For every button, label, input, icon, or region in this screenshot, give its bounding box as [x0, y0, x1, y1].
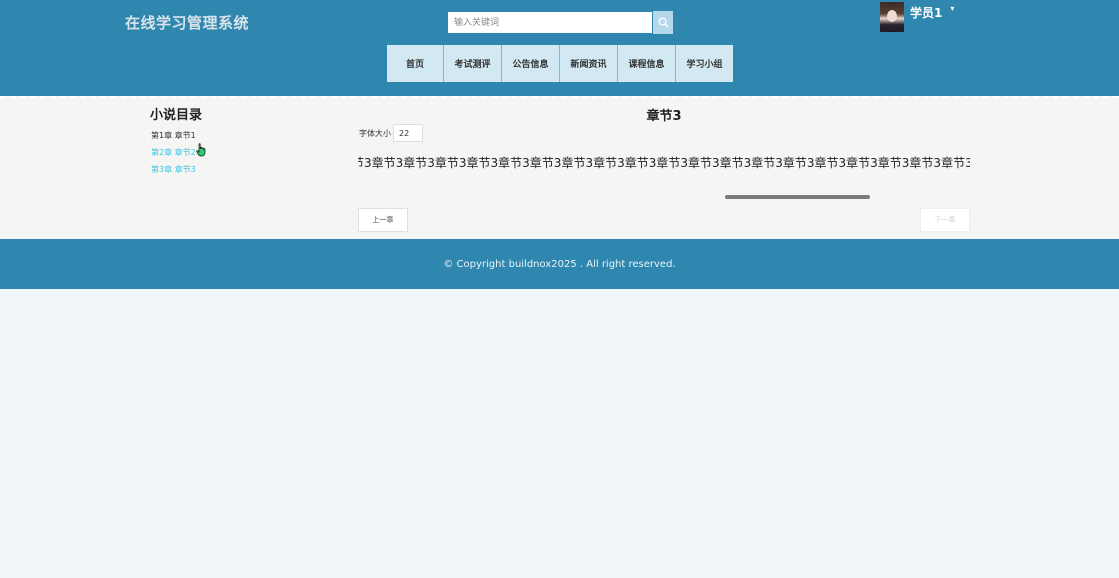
toc-item-chapter-1[interactable]: 第1章 章节1: [151, 127, 196, 144]
nav-item-news[interactable]: 新闻资讯: [560, 45, 618, 82]
next-chapter-button[interactable]: 下一章: [920, 208, 970, 232]
nav-item-study-group[interactable]: 学习小组: [676, 45, 733, 82]
footer: © Copyright buildnox2025 . All right res…: [0, 239, 1119, 289]
copyright-text: © Copyright buildnox2025 . All right res…: [443, 258, 676, 270]
font-size-input[interactable]: [393, 124, 423, 142]
font-size-label: 字体大小: [359, 128, 391, 138]
horizontal-scrollbar[interactable]: [725, 195, 870, 199]
user-name[interactable]: 学员1: [910, 4, 942, 21]
search-button[interactable]: [653, 11, 673, 34]
prev-chapter-button[interactable]: 上一章: [358, 208, 408, 232]
reader-section: 小说目录 第1章 章节1 第2章 章节2 第3章 章节3 章节3 字体大小 节3…: [0, 98, 1119, 239]
nav-item-exam[interactable]: 考试测评: [444, 45, 502, 82]
chapter-content-text: 节3章节3章节3章节3章节3章节3章节3章节3章节3章节3章节3章节3章节3章节…: [358, 156, 970, 170]
toc-item-chapter-3[interactable]: 第3章 章节3: [151, 161, 196, 178]
chapter-title: 章节3: [646, 109, 682, 124]
toc-list: 第1章 章节1 第2章 章节2 第3章 章节3: [151, 127, 196, 178]
chapter-content-viewport: 节3章节3章节3章节3章节3章节3章节3章节3章节3章节3章节3章节3章节3章节…: [358, 153, 970, 177]
nav-item-course[interactable]: 课程信息: [618, 45, 676, 82]
search-input[interactable]: [447, 11, 653, 34]
toc-item-chapter-2[interactable]: 第2章 章节2: [151, 144, 196, 161]
user-menu[interactable]: 学员1 ▾: [880, 2, 954, 32]
search-icon: [658, 17, 669, 28]
toc-title: 小说目录: [150, 108, 203, 123]
font-size-control: 字体大小: [359, 124, 423, 142]
hand-cursor-icon: [196, 143, 206, 157]
header-bar: 在线学习管理系统 学员1 ▾ 首页 考试测评 公告信息 新闻资讯 课程信息 学习…: [0, 0, 1119, 96]
nav-item-notice[interactable]: 公告信息: [502, 45, 560, 82]
chevron-down-icon[interactable]: ▾: [950, 4, 954, 13]
main-nav: 首页 考试测评 公告信息 新闻资讯 课程信息 学习小组: [387, 45, 733, 82]
avatar[interactable]: [880, 2, 904, 32]
search-box: [447, 11, 673, 34]
nav-item-home[interactable]: 首页: [387, 45, 444, 82]
site-title[interactable]: 在线学习管理系统: [125, 12, 249, 33]
